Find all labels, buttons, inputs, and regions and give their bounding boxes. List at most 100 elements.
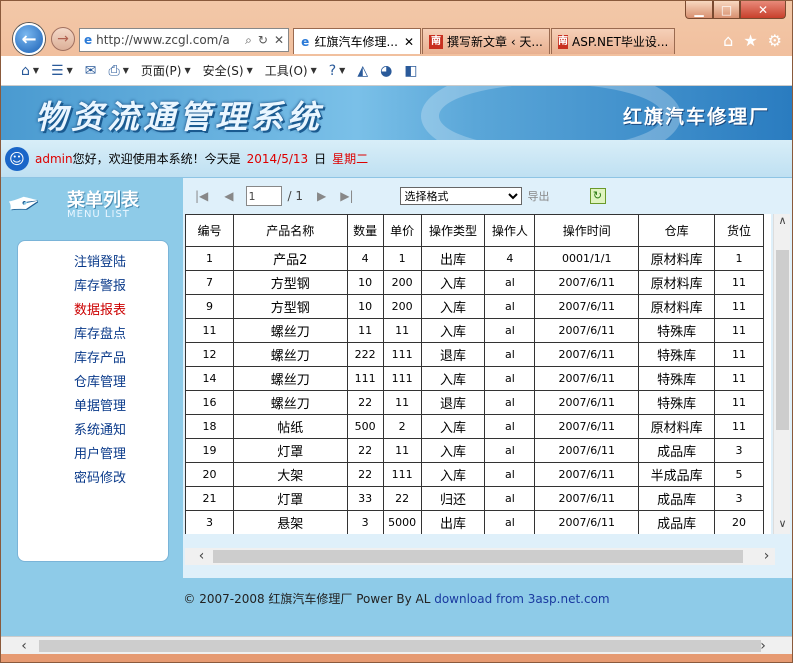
scroll-down-icon[interactable]: ∨ bbox=[774, 517, 791, 534]
table-cell: 成品库 bbox=[638, 438, 716, 463]
chevron-down-icon: ▼ bbox=[310, 66, 317, 75]
scroll-right-icon[interactable]: › bbox=[754, 637, 772, 655]
ie-icon: e bbox=[301, 34, 310, 49]
table-cell: 退库 bbox=[420, 390, 486, 415]
table-cell: 原材料库 bbox=[638, 294, 716, 319]
table-cell: 3 bbox=[346, 510, 384, 534]
table-cell: 11 bbox=[185, 318, 234, 343]
tab-close-icon[interactable]: ✕ bbox=[404, 35, 414, 49]
menu-item[interactable]: 库存警报 bbox=[74, 275, 168, 299]
scroll-left-icon[interactable]: ‹ bbox=[15, 637, 33, 655]
home-icon[interactable]: ⌂ bbox=[723, 31, 733, 50]
table-cell: 悬架 bbox=[232, 510, 348, 534]
home-toolbar-button[interactable]: ⌂ ▼ bbox=[17, 63, 43, 79]
chevron-down-icon: ▼ bbox=[66, 66, 73, 75]
menu-item[interactable]: 库存产品 bbox=[74, 347, 168, 371]
menu-label: 安全(S) bbox=[202, 64, 244, 78]
table-cell: 111 bbox=[382, 366, 422, 391]
table-cell: 20 bbox=[185, 462, 234, 487]
page-input-value: 1 bbox=[248, 189, 256, 203]
column-header: 产品名称 bbox=[232, 214, 348, 247]
menu-item[interactable]: 仓库管理 bbox=[74, 371, 168, 395]
last-page-icon[interactable]: ▶| bbox=[340, 189, 353, 203]
research-button[interactable]: ◭ bbox=[353, 63, 372, 79]
print-button[interactable]: ⎙ ▼ bbox=[105, 63, 133, 79]
menu-item[interactable]: 用户管理 bbox=[74, 443, 168, 467]
menu-item[interactable]: 单据管理 bbox=[74, 395, 168, 419]
format-select[interactable]: 选择格式 bbox=[399, 187, 522, 205]
tab[interactable]: 南 ASP.NET毕业设... bbox=[551, 28, 675, 54]
maximize-button[interactable]: □ bbox=[713, 1, 740, 19]
prev-page-icon[interactable]: ◀ bbox=[224, 189, 233, 203]
menu-tools[interactable]: 工具(O) ▼ bbox=[261, 62, 321, 79]
back-button[interactable]: ← bbox=[13, 23, 45, 55]
mail-button[interactable]: ✉ bbox=[81, 63, 101, 79]
inventory-table: 编号 产品名称 数量 单价 操作类型 操作人 操作时间 仓库 货位 1 产品2 4 1 出库 4 0001/… bbox=[185, 214, 764, 534]
minimize-button[interactable]: ▁ bbox=[685, 1, 713, 19]
menu-item[interactable]: 系统通知 bbox=[74, 419, 168, 443]
table-cell: 3 bbox=[185, 510, 234, 534]
data-grid: 编号 产品名称 数量 单价 操作类型 操作人 操作时间 仓库 货位 1 产品2 4 1 出库 4 0001/… bbox=[185, 214, 771, 534]
addon-icon: ◧ bbox=[404, 62, 418, 79]
table-cell: 成品库 bbox=[638, 486, 716, 511]
tab-active[interactable]: e 红旗汽车修理... ✕ bbox=[293, 28, 421, 54]
printer-icon: ⎙ bbox=[108, 62, 120, 79]
menu-security[interactable]: 安全(S) ▼ bbox=[199, 62, 257, 79]
refresh-icon[interactable]: ↻ bbox=[258, 33, 268, 48]
address-bar[interactable]: e http://www.zcgl.com/a ⌕ ↻ ✕ bbox=[79, 28, 289, 52]
menu-item[interactable]: 数据报表 bbox=[74, 299, 168, 323]
search-icon[interactable]: ⌕ bbox=[245, 33, 252, 48]
scroll-left-icon[interactable]: ‹ bbox=[193, 548, 210, 565]
help-button[interactable]: ? ▼ bbox=[325, 63, 350, 79]
menu-item[interactable]: 注销登陆 bbox=[74, 251, 168, 275]
table-row: 21 灯罩 33 22 归还 al 2007/6/11 成品库 3 bbox=[185, 486, 764, 511]
tab[interactable]: 南 撰写新文章 ‹ 天... bbox=[422, 28, 550, 54]
table-cell: 出库 bbox=[420, 510, 486, 534]
table-cell: 方型钢 bbox=[232, 270, 348, 295]
menu-item[interactable]: 密码修改 bbox=[74, 467, 168, 491]
table-row: 11 螺丝刀 11 11 入库 al 2007/6/11 特殊库 11 bbox=[185, 318, 764, 343]
first-page-icon[interactable]: |◀ bbox=[195, 189, 208, 203]
close-icon[interactable]: ✕ bbox=[274, 33, 284, 48]
greeting-text: 您好，欢迎使用本系统！今天是 bbox=[72, 152, 241, 166]
scroll-thumb[interactable] bbox=[39, 640, 761, 652]
table-cell: 原材料库 bbox=[638, 270, 716, 295]
refresh-icon[interactable]: ↻ bbox=[589, 188, 606, 204]
table-cell: 原材料库 bbox=[638, 246, 716, 271]
table-cell: 2007/6/11 bbox=[534, 342, 640, 367]
scroll-right-icon[interactable]: › bbox=[758, 548, 775, 565]
table-cell: al bbox=[484, 342, 536, 367]
vertical-scrollbar[interactable]: ∧ ∨ bbox=[773, 214, 790, 534]
download-link[interactable]: download from 3asp.net.com bbox=[434, 592, 609, 606]
pager-bar: |◀ ◀ 1 / 1 ▶ ▶| 选择格式 导出 ↻ bbox=[185, 184, 781, 208]
table-cell: al bbox=[484, 438, 536, 463]
export-button[interactable]: 导出 bbox=[528, 188, 550, 204]
table-cell: 33 bbox=[346, 486, 384, 511]
table-cell: 退库 bbox=[420, 342, 486, 367]
close-window-button[interactable]: ✕ bbox=[740, 1, 786, 19]
next-page-icon[interactable]: ▶ bbox=[317, 189, 326, 203]
scroll-up-icon[interactable]: ∧ bbox=[774, 214, 791, 231]
favorites-star-icon[interactable]: ★ bbox=[743, 31, 757, 50]
table-cell: 出库 bbox=[420, 246, 486, 271]
forward-button[interactable]: → bbox=[51, 27, 75, 51]
table-cell: 5000 bbox=[382, 510, 422, 534]
horizontal-scrollbar[interactable]: ‹ › bbox=[185, 548, 775, 565]
page-horizontal-scrollbar[interactable]: ‹ › bbox=[1, 636, 792, 654]
gear-icon[interactable]: ⚙ bbox=[768, 31, 782, 50]
menu-item[interactable]: 库存盘点 bbox=[74, 323, 168, 347]
table-cell: 11 bbox=[382, 318, 422, 343]
addon-button[interactable]: ◧ bbox=[400, 63, 421, 79]
table-cell: 22 bbox=[382, 486, 422, 511]
page-input[interactable]: 1 bbox=[245, 186, 282, 206]
table-cell: al bbox=[484, 318, 536, 343]
feeds-button[interactable]: ☰ ▼ bbox=[47, 63, 77, 79]
messenger-button[interactable]: ◕ bbox=[376, 63, 396, 79]
table-cell: 4 bbox=[484, 246, 536, 271]
column-header: 数量 bbox=[346, 214, 384, 247]
scroll-thumb[interactable] bbox=[213, 550, 743, 563]
menu-page[interactable]: 页面(P) ▼ bbox=[137, 62, 195, 79]
scroll-thumb[interactable] bbox=[776, 250, 789, 430]
table-cell: 方型钢 bbox=[232, 294, 348, 319]
column-header: 单价 bbox=[382, 214, 422, 247]
